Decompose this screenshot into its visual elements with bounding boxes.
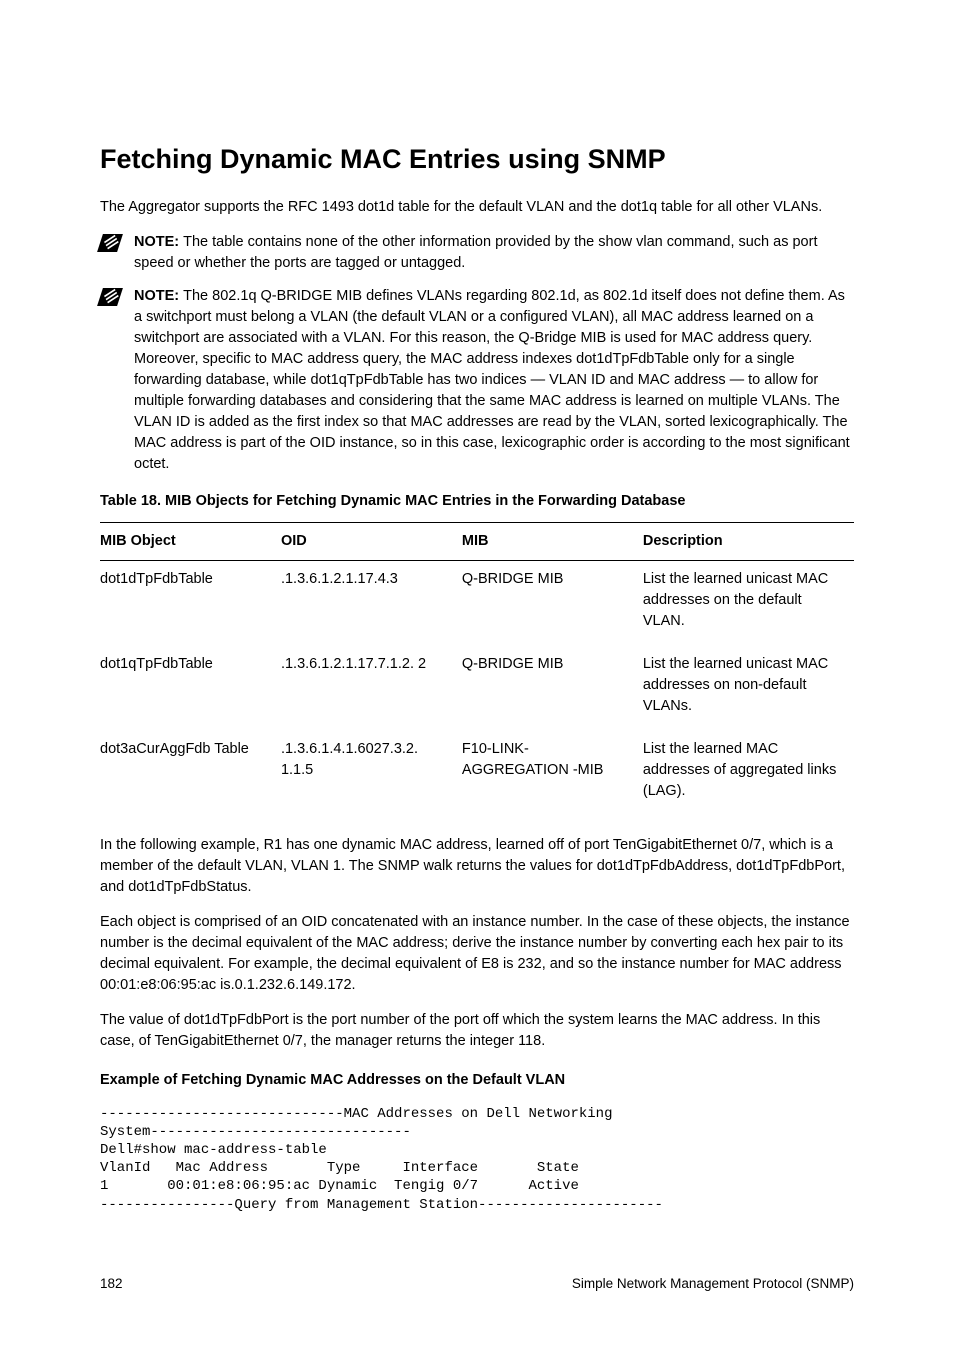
note-prefix: NOTE: bbox=[134, 234, 183, 250]
note-text-2: NOTE: The 802.1q Q-BRIDGE MIB defines VL… bbox=[134, 286, 854, 475]
cell-oid: .1.3.6.1.2.1.17.7.1.2. 2 bbox=[281, 646, 462, 731]
chapter-title: Simple Network Management Protocol (SNMP… bbox=[572, 1274, 854, 1294]
cell-desc: List the learned unicast MAC addresses o… bbox=[643, 646, 854, 731]
page-number: 182 bbox=[100, 1274, 123, 1294]
cell-desc: List the learned unicast MAC addresses o… bbox=[643, 561, 854, 647]
body-paragraph-3: The value of dot1dTpFdbPort is the port … bbox=[100, 1010, 854, 1052]
page-footer: 182 Simple Network Management Protocol (… bbox=[100, 1274, 854, 1294]
cell-mib: Q-BRIDGE MIB bbox=[462, 561, 643, 647]
note-text-1: NOTE: The table contains none of the oth… bbox=[134, 232, 854, 274]
note-prefix: NOTE: bbox=[134, 288, 183, 304]
cell-obj: dot1dTpFdbTable bbox=[100, 561, 281, 647]
table-caption: Table 18. MIB Objects for Fetching Dynam… bbox=[100, 491, 854, 512]
table-header: MIB bbox=[462, 523, 643, 561]
table-row: dot3aCurAggFdb Table .1.3.6.1.4.1.6027.3… bbox=[100, 731, 854, 816]
cell-mib: Q-BRIDGE MIB bbox=[462, 646, 643, 731]
table-row: dot1qTpFdbTable .1.3.6.1.2.1.17.7.1.2. 2… bbox=[100, 646, 854, 731]
page-heading: Fetching Dynamic MAC Entries using SNMP bbox=[100, 140, 854, 179]
intro-paragraph: The Aggregator supports the RFC 1493 dot… bbox=[100, 197, 854, 218]
body-paragraph-1: In the following example, R1 has one dyn… bbox=[100, 835, 854, 898]
cell-obj: dot3aCurAggFdb Table bbox=[100, 731, 281, 816]
note-body: The table contains none of the other inf… bbox=[134, 234, 817, 271]
table-header: OID bbox=[281, 523, 462, 561]
note-body: The 802.1q Q-BRIDGE MIB defines VLANs re… bbox=[134, 288, 850, 472]
cell-oid: .1.3.6.1.2.1.17.4.3 bbox=[281, 561, 462, 647]
note-icon bbox=[97, 288, 123, 306]
note-block-1: NOTE: The table contains none of the oth… bbox=[100, 232, 854, 274]
table-header: MIB Object bbox=[100, 523, 281, 561]
body-paragraph-2: Each object is comprised of an OID conca… bbox=[100, 912, 854, 996]
code-block: -----------------------------MAC Address… bbox=[100, 1105, 854, 1214]
mib-objects-table: MIB Object OID MIB Description dot1dTpFd… bbox=[100, 522, 854, 816]
example-heading: Example of Fetching Dynamic MAC Addresse… bbox=[100, 1070, 854, 1091]
cell-desc: List the learned MAC addresses of aggreg… bbox=[643, 731, 854, 816]
cell-obj: dot1qTpFdbTable bbox=[100, 646, 281, 731]
cell-oid: .1.3.6.1.4.1.6027.3.2. 1.1.5 bbox=[281, 731, 462, 816]
cell-mib: F10-LINK-AGGREGATION -MIB bbox=[462, 731, 643, 816]
table-header: Description bbox=[643, 523, 854, 561]
note-block-2: NOTE: The 802.1q Q-BRIDGE MIB defines VL… bbox=[100, 286, 854, 475]
note-icon bbox=[97, 234, 123, 252]
table-row: dot1dTpFdbTable .1.3.6.1.2.1.17.4.3 Q-BR… bbox=[100, 561, 854, 647]
